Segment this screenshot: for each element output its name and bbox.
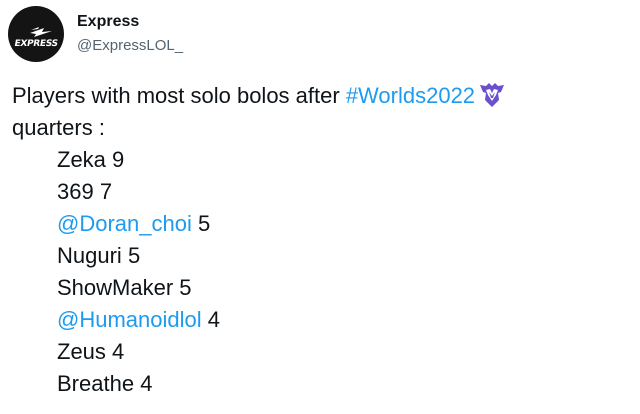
list-item: Zeus 4 [12, 336, 632, 368]
player-mention-link[interactable]: @Doran_choi [57, 211, 192, 236]
player-mention-link[interactable]: @Humanoidlol [57, 307, 202, 332]
player-name: 369 [57, 179, 94, 204]
intro-text: Players with most solo bolos after [12, 83, 346, 108]
list-item: @Doran_choi 5 [12, 208, 632, 240]
player-name: Zeka [57, 147, 106, 172]
express-logo-icon [30, 27, 52, 37]
player-name: ShowMaker [57, 275, 174, 300]
list-item: ShowMaker 5 [12, 272, 632, 304]
hashtag-link[interactable]: #Worlds2022 [346, 83, 475, 108]
list-item: Breathe 4 [12, 368, 632, 400]
tweet-header: EXPRESS Express @ExpressLOL_ [8, 6, 183, 62]
tweet-line-intro-2: quarters : [12, 115, 105, 140]
player-count: 5 [179, 275, 192, 300]
tweet-text: Players with most solo bolos after #Worl… [12, 80, 632, 400]
account-names: Express @ExpressLOL_ [77, 12, 183, 56]
list-item: 369 7 [12, 176, 632, 208]
avatar[interactable]: EXPRESS [8, 6, 64, 62]
player-count: 9 [112, 147, 125, 172]
player-count: 5 [127, 243, 141, 268]
player-count: 4 [207, 307, 220, 332]
worlds-trophy-emoji [480, 83, 505, 107]
player-name: Breathe [57, 371, 135, 396]
avatar-wordmark: EXPRESS [13, 39, 59, 49]
account-handle[interactable]: @ExpressLOL_ [77, 36, 183, 56]
player-count: 5 [197, 211, 211, 236]
player-count: 4 [112, 339, 125, 364]
list-item: Zeka 9 [12, 144, 632, 176]
player-count: 4 [140, 371, 153, 396]
tweet-line-intro: Players with most solo bolos after #Worl… [12, 80, 632, 112]
list-item: @Humanoidlol 4 [12, 304, 632, 336]
tweet: EXPRESS Express @ExpressLOL_ Players wit… [0, 0, 640, 414]
display-name[interactable]: Express [77, 12, 183, 32]
player-count: 7 [99, 179, 113, 204]
player-name: Nuguri [57, 243, 122, 268]
player-name: Zeus [57, 339, 106, 364]
list-item: Nuguri 5 [12, 240, 632, 272]
